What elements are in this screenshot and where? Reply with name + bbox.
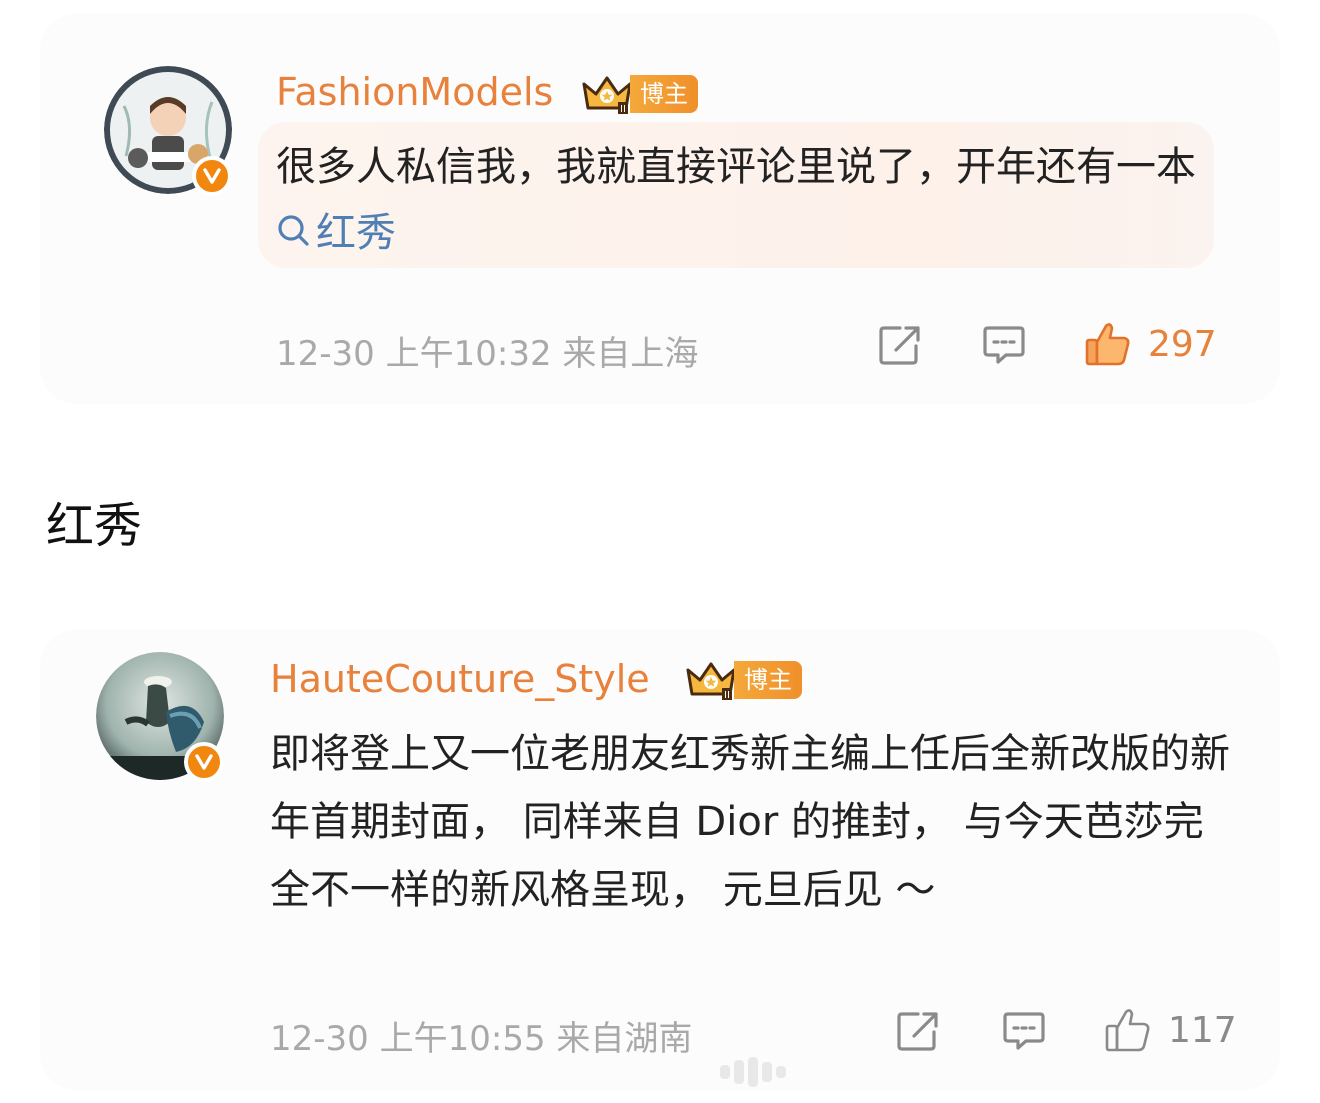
share-icon: [897, 1012, 938, 1051]
section-title: 红秀: [46, 498, 143, 554]
thumbs-up-icon: [1105, 1009, 1150, 1052]
topic-link[interactable]: 红秀: [276, 210, 396, 256]
comment-button[interactable]: [1002, 1010, 1046, 1052]
verified-v-icon: [184, 742, 224, 782]
rank-badge: II 博主: [580, 72, 698, 116]
thumbs-up-icon: [1085, 323, 1130, 366]
comment-text: 即将登上又一位老朋友红秀新主编上任后全新改版的新年首期封面， 同样来自 Dior…: [270, 731, 1230, 913]
comment-button[interactable]: [982, 324, 1026, 366]
comment-text: 很多人私信我，我就直接评论里说了，开年还有一本红秀: [276, 144, 1196, 256]
crown-level-icon: II: [686, 662, 736, 701]
page: FashionModels II 博主 很多人私信我，我就直接评论里说了，开年还…: [0, 0, 1320, 1103]
search-topic-icon: [278, 215, 309, 246]
comment-icon: [1003, 1012, 1045, 1050]
verified-v-icon: [192, 156, 232, 196]
crown-level-icon: II: [582, 76, 632, 115]
share-icon: [879, 326, 920, 365]
like-button[interactable]: 117: [1104, 1006, 1237, 1054]
role-badge: 博主: [734, 661, 802, 699]
rank-badge: II 博主: [684, 658, 802, 702]
comment-meta: 12-30 上午10:32 来自上海: [276, 334, 699, 374]
watermark: [720, 1052, 800, 1092]
like-button[interactable]: 297: [1084, 320, 1217, 368]
like-count: 117: [1168, 1009, 1237, 1051]
like-count: 297: [1148, 323, 1217, 365]
share-button[interactable]: [878, 324, 922, 366]
comment-meta: 12-30 上午10:55 来自湖南: [270, 1019, 693, 1059]
username[interactable]: FashionModels: [276, 70, 553, 114]
username[interactable]: HauteCouture_Style: [270, 657, 650, 701]
share-button[interactable]: [896, 1010, 940, 1052]
svg-text:II: II: [724, 690, 730, 701]
role-badge: 博主: [630, 75, 698, 113]
svg-text:II: II: [620, 104, 626, 115]
comment-icon: [983, 326, 1025, 364]
